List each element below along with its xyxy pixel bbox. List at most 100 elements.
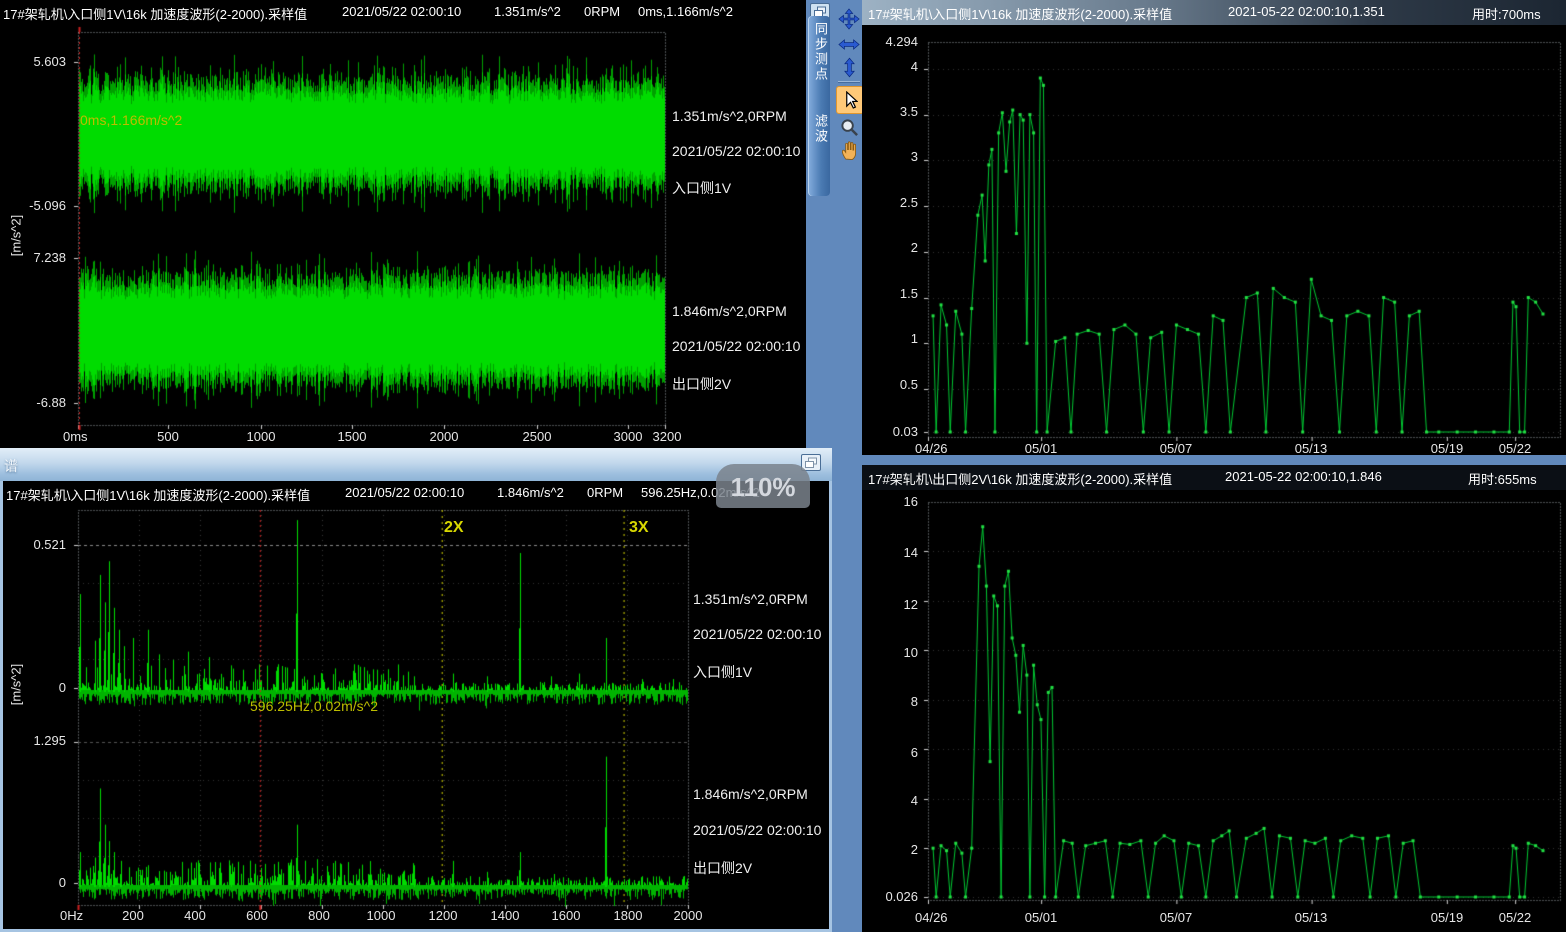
h-scale-button[interactable] [836,34,862,54]
trend-outlet-elapsed: 用时:655ms [1468,469,1537,488]
channel-info-outlet-datetime: 2021/05/22 02:00:10 [693,822,821,838]
h-resize-icon [838,38,860,51]
vibration-analysis-app: 17#架轧机\入口侧1V\16k 加速度波形(2-2000).采样值 2021/… [0,0,1566,932]
channel-info-inlet-name: 入口侧1V [672,178,731,198]
trend-outlet-title: 17#架轧机\出口侧2V\16k 加速度波形(2-2000).采样值 [868,469,1172,488]
axis-tick-label: 2000 [430,429,459,444]
spectrum-window-titlebar[interactable]: 谱 [0,448,832,481]
axis-tick-label: 1500 [338,429,367,444]
channel-info-inlet-peak: 1.351m/s^2,0RPM [693,591,808,607]
channel-info-outlet-peak: 1.846m/s^2,0RPM [693,786,808,802]
axis-tick-label: 2.5 [862,195,918,210]
axis-tick-label: 16 [862,494,918,509]
axis-tick-label: 1400 [491,908,520,923]
axis-tick-label: 05/22 [1499,441,1532,456]
axis-tick-label: 10 [862,645,918,660]
axis-tick-label: 05/22 [1499,910,1532,925]
trend-inlet-title: 17#架轧机\入口侧1V\16k 加速度波形(2-2000).采样值 [868,4,1172,23]
axis-tick-label: 2 [862,842,918,857]
axis-tick-label: 2000 [674,908,703,923]
trend-inlet-datetime: 2021-05-22 02:00:10,1.351 [1228,4,1385,19]
move-icon [838,8,860,30]
axis-tick-label: 1600 [552,908,581,923]
axis-tick-label: 1000 [367,908,396,923]
channel-info-outlet-datetime: 2021/05/22 02:00:10 [672,338,800,354]
waveform-cursor-readout: 0ms,1.166m/s^2 [638,4,733,19]
channel-info-inlet-datetime: 2021/05/22 02:00:10 [693,626,821,642]
spectrum-chart-header[interactable]: 17#架轧机\入口侧1V\16k 加速度波形(2-2000).采样值 2021/… [3,481,829,506]
spectrum-title: 17#架轧机\入口侧1V\16k 加速度波形(2-2000).采样值 [6,485,310,504]
axis-tick-label: 200 [122,908,144,923]
spectrum-y-unit: [m/s^2] [9,654,24,716]
spectrum-window: 谱 110% 17#架轧机\入口侧1V\16k 加速度波形(2-2000).采样… [0,448,832,932]
harmonic-3x-label: 3X [629,519,649,537]
axis-tick-label: 0.026 [862,889,918,904]
zoom-button[interactable] [836,114,862,140]
cursor-select-button[interactable] [836,86,864,114]
tab-sync-points[interactable]: 同步测点 [808,22,830,82]
waveform-chart-header[interactable]: 17#架轧机\入口侧1V\16k 加速度波形(2-2000).采样值 2021/… [0,0,806,25]
channel-info-outlet-peak: 1.846m/s^2,0RPM [672,303,787,319]
channel-info-outlet-name: 出口侧2V [693,858,752,878]
waveform-datetime: 2021/05/22 02:00:10 [342,4,461,19]
axis-tick-label: 1200 [429,908,458,923]
tab-filter[interactable]: 滤波 [808,114,830,144]
axis-tick-label: 4 [862,793,918,808]
axis-tick-label: 12 [862,597,918,612]
axis-tick-label: 4.294 [862,34,918,49]
channel-info-inlet-peak: 1.351m/s^2,0RPM [672,108,787,124]
axis-tick-label: 1000 [247,429,276,444]
trend-outlet-titlebar[interactable]: 17#架轧机\出口侧2V\16k 加速度波形(2-2000).采样值 2021-… [862,465,1566,490]
trend-outlet-window: 17#架轧机\出口侧2V\16k 加速度波形(2-2000).采样值 2021-… [862,465,1566,932]
axis-tick-label: 1 [862,331,918,346]
spectrum-peak-value: 1.846m/s^2 [497,485,564,500]
axis-tick-label: 05/01 [1025,910,1058,925]
toolbar-separator [838,81,860,83]
trend-inlet-titlebar[interactable]: 17#架轧机\入口侧1V\16k 加速度波形(2-2000).采样值 2021-… [862,0,1566,25]
axis-tick-label: 0.5 [862,377,918,392]
waveform-rpm: 0RPM [584,4,620,19]
axis-tick-label: 1800 [614,908,643,923]
axis-tick-label: 0 [10,875,66,890]
axis-tick-label: 05/13 [1295,441,1328,456]
axis-tick-label: 1.295 [10,733,66,748]
axis-tick-label: 05/01 [1025,441,1058,456]
cursor-select-icon [843,91,858,110]
tool-strip: 同步测点 滤波 [806,0,862,448]
channel-info-inlet-datetime: 2021/05/22 02:00:10 [672,143,800,159]
trend-outlet-plot-canvas[interactable] [862,490,1566,932]
axis-tick-label: 04/26 [915,910,948,925]
axis-tick-label: 0Hz [60,908,83,923]
trend-inlet-plot-canvas[interactable] [862,25,1566,455]
trend-inlet-elapsed: 用时:700ms [1472,4,1541,23]
restore-icon [804,457,818,469]
axis-tick-label: 400 [184,908,206,923]
waveform-window: 17#架轧机\入口侧1V\16k 加速度波形(2-2000).采样值 2021/… [0,0,806,448]
waveform-peak-value: 1.351m/s^2 [494,4,561,19]
axis-tick-label: 04/26 [915,441,948,456]
side-tab-strip: 同步测点 滤波 [808,16,830,196]
pan-button[interactable] [836,138,862,162]
axis-tick-label: 2500 [523,429,552,444]
axis-tick-label: 600 [246,908,268,923]
waveform-title: 17#架轧机\入口侧1V\16k 加速度波形(2-2000).采样值 [3,4,307,23]
channel-info-outlet-name: 出口侧2V [672,374,731,394]
axis-tick-label: 05/13 [1295,910,1328,925]
axis-tick-label: 5.603 [10,54,66,69]
waveform-cursor-annotation: 0ms,1.166m/s^2 [80,112,182,128]
v-scale-button[interactable] [836,56,862,78]
channel-info-inlet-name: 入口侧1V [693,662,752,682]
axis-tick-label: 800 [308,908,330,923]
move-button[interactable] [836,6,862,32]
trend-outlet-datetime: 2021-05-22 02:00:10,1.846 [1225,469,1382,484]
axis-tick-label: 0ms [63,429,88,444]
zoom-icon [840,118,859,137]
axis-tick-label: 3200 [653,429,682,444]
axis-tick-label: 2 [862,240,918,255]
axis-tick-label: 14 [862,545,918,560]
axis-tick-label: 05/19 [1431,910,1464,925]
waveform-y-unit: [m/s^2] [9,205,24,267]
axis-tick-label: 3000 [614,429,643,444]
axis-tick-label: -6.88 [10,395,66,410]
axis-tick-label: 05/07 [1160,910,1193,925]
